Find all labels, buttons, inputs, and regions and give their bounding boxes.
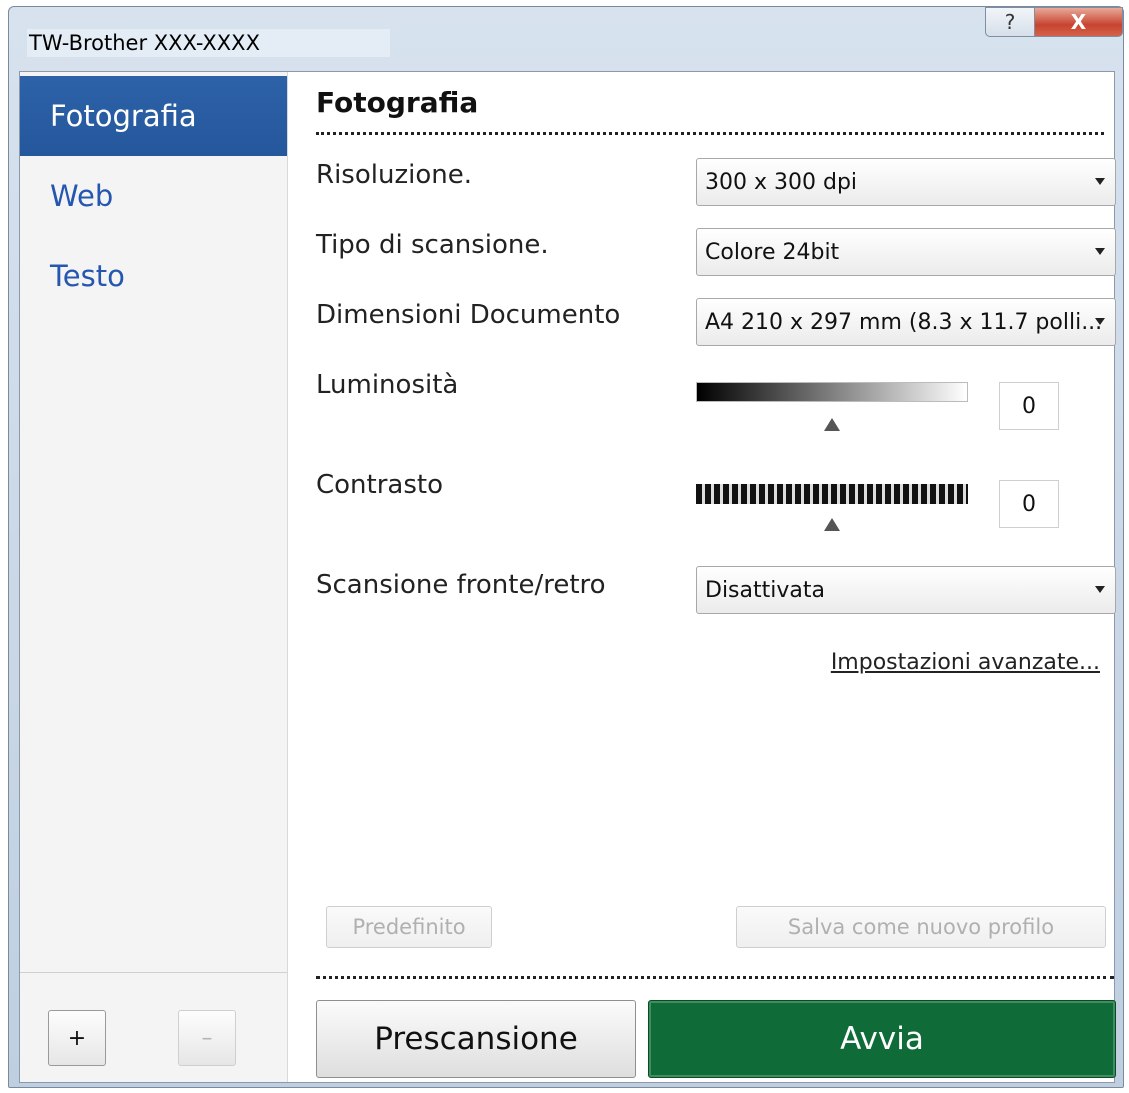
scan-type-label: Tipo di scansione. <box>316 230 549 260</box>
scan-type-select[interactable]: Colore 24bit <box>696 228 1116 276</box>
window-title: TW-Brother XXX-XXXX <box>27 29 390 57</box>
duplex-value: Disattivata <box>705 577 825 603</box>
sidebar-item-label: Testo <box>50 259 125 293</box>
sidebar-divider <box>20 972 287 973</box>
help-icon: ? <box>1004 10 1016 34</box>
profile-sidebar: Fotografia Web Testo + – <box>20 72 288 1082</box>
dialog-client-area: Fotografia Web Testo + – Fotografia Riso… <box>19 71 1116 1083</box>
sidebar-item-fotografia[interactable]: Fotografia <box>20 76 287 156</box>
chevron-down-icon <box>1095 318 1105 325</box>
save-profile-button[interactable]: Salva come nuovo profilo <box>736 906 1106 948</box>
brightness-value-field[interactable]: 0 <box>999 382 1059 430</box>
help-button[interactable]: ? <box>985 7 1035 37</box>
start-button[interactable]: Avvia <box>648 1000 1116 1078</box>
plus-icon: + <box>67 1025 87 1051</box>
add-profile-button[interactable]: + <box>48 1010 106 1066</box>
minus-icon: – <box>201 1025 213 1051</box>
brightness-label: Luminosità <box>316 370 459 400</box>
remove-profile-button[interactable]: – <box>178 1010 236 1066</box>
default-button[interactable]: Predefinito <box>326 906 492 948</box>
footer-divider <box>316 976 1114 979</box>
resolution-value: 300 x 300 dpi <box>705 169 858 195</box>
resolution-label: Risoluzione. <box>316 160 472 190</box>
duplex-label: Scansione fronte/retro <box>316 570 606 600</box>
advanced-settings-link[interactable]: Impostazioni avanzate... <box>831 650 1100 675</box>
chevron-down-icon <box>1095 178 1105 185</box>
prescan-button[interactable]: Prescansione <box>316 1000 636 1078</box>
title-divider <box>316 132 1104 135</box>
sidebar-item-web[interactable]: Web <box>20 156 287 236</box>
chevron-down-icon <box>1095 248 1105 255</box>
sidebar-item-testo[interactable]: Testo <box>20 236 287 316</box>
resolution-select[interactable]: 300 x 300 dpi <box>696 158 1116 206</box>
brightness-slider-thumb[interactable] <box>824 418 840 431</box>
contrast-slider-thumb[interactable] <box>824 518 840 531</box>
settings-panel: Fotografia Risoluzione. 300 x 300 dpi Ti… <box>288 72 1116 1082</box>
sidebar-item-label: Fotografia <box>50 99 197 133</box>
doc-size-select[interactable]: A4 210 x 297 mm (8.3 x 11.7 polli... <box>696 298 1116 346</box>
brightness-slider-track[interactable] <box>696 382 968 402</box>
doc-size-value: A4 210 x 297 mm (8.3 x 11.7 polli... <box>705 309 1103 335</box>
doc-size-label: Dimensioni Documento <box>316 300 621 330</box>
scan-type-value: Colore 24bit <box>705 239 840 265</box>
contrast-slider-track[interactable] <box>696 484 968 504</box>
close-button[interactable]: X <box>1035 7 1123 37</box>
contrast-value-field[interactable]: 0 <box>999 480 1059 528</box>
title-bar: TW-Brother XXX-XXXX ? X <box>9 7 1123 73</box>
chevron-down-icon <box>1095 586 1105 593</box>
contrast-label: Contrasto <box>316 470 444 500</box>
duplex-select[interactable]: Disattivata <box>696 566 1116 614</box>
close-icon: X <box>1070 10 1087 34</box>
sidebar-item-label: Web <box>50 179 114 213</box>
title-buttons: ? X <box>985 7 1123 39</box>
page-title: Fotografia <box>316 86 479 119</box>
scanner-dialog-window: TW-Brother XXX-XXXX ? X Fotografia Web T… <box>8 6 1124 1088</box>
